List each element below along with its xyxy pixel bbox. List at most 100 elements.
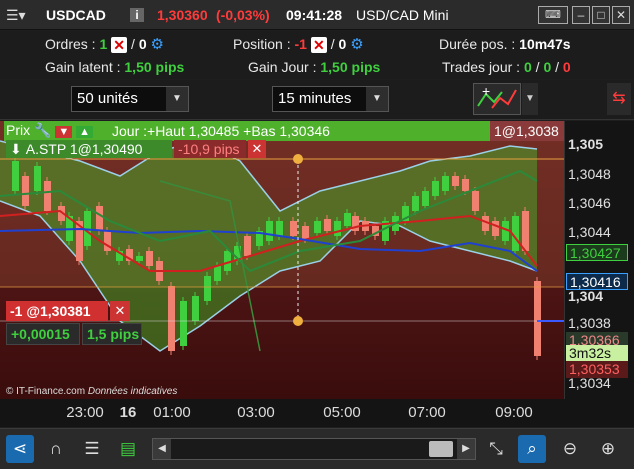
x-label: 05:00 — [323, 404, 361, 421]
candle — [472, 191, 479, 211]
instrument-name[interactable]: USDCAD — [46, 0, 106, 30]
candle — [462, 179, 469, 191]
instrument-change: (-0,03%) — [216, 7, 270, 23]
price-chart[interactable]: Prix 🔧 ▼ ▲ Jour :+Haut 1,30485 +Bas 1,30… — [0, 121, 634, 399]
candle — [44, 181, 51, 211]
last-trade-tag: 1@1,3038 — [490, 121, 564, 141]
x-label: 07:00 — [408, 404, 446, 421]
keyboard-icon[interactable]: ⌨ — [538, 6, 568, 24]
position-pips: 1,5 pips — [82, 323, 142, 345]
orders-gear-icon[interactable]: ⚙ — [151, 34, 164, 56]
close-position-icon[interactable]: ✕ — [310, 37, 327, 54]
candle — [522, 211, 529, 251]
close-position-chart-icon[interactable]: ✕ — [110, 301, 130, 321]
x-label: 09:00 — [495, 404, 533, 421]
share-icon[interactable]: ⋖ — [6, 435, 34, 463]
position-handle[interactable] — [293, 316, 303, 326]
candle — [452, 176, 459, 186]
info-icon[interactable]: i — [130, 8, 144, 22]
scroll-thumb[interactable] — [429, 441, 453, 457]
zoom-out-icon[interactable]: ⊖ — [556, 435, 584, 463]
duration-row: Durée pos. : 10m47s — [439, 36, 571, 52]
cancel-stop-icon[interactable]: ✕ — [248, 140, 266, 158]
window-title: USD/CAD Mini — [356, 7, 449, 23]
y-label: 1,305 — [568, 136, 604, 152]
candle — [146, 251, 153, 266]
close-button[interactable]: ✕ — [612, 6, 630, 24]
units-select[interactable]: 50 unités ▼ — [71, 86, 189, 112]
scroll-right-icon[interactable]: ▶ — [457, 439, 475, 459]
candle — [302, 226, 309, 239]
mid-band-tag: 1,30416 — [566, 273, 628, 290]
position-info-panel: Ordres : 1 ✕ / 0 ⚙ Position : -1 ✕ / 0 ⚙… — [0, 31, 634, 79]
bottom-toolbar: ⋖ ∩ ☰ ▤ ◀ ▶ ⤡ ⌕ ⊖ ⊕ — [0, 428, 634, 469]
copyright-label: © IT-Finance.com Données indicatives — [6, 386, 178, 397]
position-tag[interactable]: -1 @1,30381 — [6, 301, 108, 321]
y-label: 1,3048 — [568, 166, 611, 182]
x-label: 03:00 — [237, 404, 275, 421]
stop-handle[interactable] — [293, 154, 303, 164]
candle — [12, 161, 19, 191]
y-label: 1,3038 — [568, 315, 611, 331]
candle — [314, 221, 321, 233]
horizontal-scrollbar[interactable]: ◀ ▶ — [152, 438, 476, 460]
stop-order-tag[interactable]: ⬇ A.STP 1@1,30490 — [6, 140, 172, 158]
sell-arrow-icon[interactable]: ▼ — [55, 126, 73, 138]
orders-open-count: 1 — [99, 36, 108, 52]
indicators-icon: + — [477, 83, 517, 109]
cancel-orders-icon[interactable]: ✕ — [111, 37, 128, 54]
x-label: 23:00 — [66, 404, 104, 421]
candle — [276, 221, 283, 236]
x-axis[interactable]: 23:00 16 01:00 03:00 05:00 07:00 09:00 — [0, 399, 634, 427]
candle — [192, 296, 199, 321]
zoom-in-icon[interactable]: ⊕ — [594, 435, 622, 463]
position-pending: 0 — [338, 36, 347, 52]
candle — [168, 286, 175, 351]
candle — [422, 191, 429, 206]
trades-row: Trades jour : 0 / 0 / 0 — [442, 59, 571, 75]
x-label: 01:00 — [153, 404, 191, 421]
candle — [432, 181, 439, 196]
position-gear-icon[interactable]: ⚙ — [350, 34, 363, 56]
zoom-fit-icon[interactable]: ⤡ — [482, 435, 510, 463]
zoom-select-icon[interactable]: ⌕ — [518, 435, 546, 463]
chart-canvas[interactable] — [0, 121, 634, 399]
position-delta: +0,00015 — [6, 323, 80, 345]
candle — [244, 236, 251, 256]
order-book-icon[interactable]: ▤ — [114, 435, 142, 463]
latent-gain-row: Gain latent : 1,50 pips — [45, 59, 185, 75]
orders-row: Ordres : 1 ✕ / 0 ⚙ — [45, 33, 164, 55]
candle — [334, 221, 341, 236]
scroll-left-icon[interactable]: ◀ — [153, 439, 171, 459]
day-gain-value: 1,50 pips — [320, 59, 381, 75]
day-high-low-label: Jour :+Haut 1,30485 +Bas 1,30346 — [112, 123, 330, 139]
maximize-button[interactable]: □ — [592, 6, 610, 24]
menu-icon[interactable]: ☰▾ — [6, 0, 26, 30]
list-icon[interactable]: ☰ — [78, 435, 106, 463]
candle — [136, 256, 143, 261]
collapse-panel-icon[interactable]: ⇆ — [607, 83, 631, 115]
orders-pending-count: 0 — [138, 36, 147, 52]
candle — [180, 301, 187, 346]
latent-gain-value: 1,50 pips — [124, 59, 185, 75]
candle — [534, 281, 541, 356]
indicators-button[interactable]: + — [473, 83, 521, 115]
magnet-icon[interactable]: ∩ — [42, 435, 70, 463]
interval-select[interactable]: 15 minutes ▼ — [272, 86, 389, 112]
candle — [204, 276, 211, 301]
minimize-button[interactable]: – — [572, 6, 590, 24]
y-label: 1,3044 — [568, 224, 611, 240]
buy-arrow-icon[interactable]: ▲ — [76, 126, 94, 138]
chart-toolbar: 50 unités ▼ 15 minutes ▼ + ▼ ⇆ — [0, 80, 634, 120]
candle — [324, 219, 331, 231]
candle — [96, 206, 103, 231]
indicators-dropdown-icon[interactable]: ▼ — [522, 83, 538, 115]
candle — [412, 196, 419, 211]
upper-band-tag: 1,30427 — [566, 244, 628, 261]
price-menu[interactable]: Prix 🔧 ▼ ▲ — [6, 122, 94, 139]
candle — [34, 166, 41, 191]
duration-value: 10m47s — [519, 36, 571, 52]
bid-price-tag: 1,30353 — [566, 361, 628, 378]
wrench-icon[interactable]: 🔧 — [34, 122, 51, 138]
candle — [492, 221, 499, 236]
